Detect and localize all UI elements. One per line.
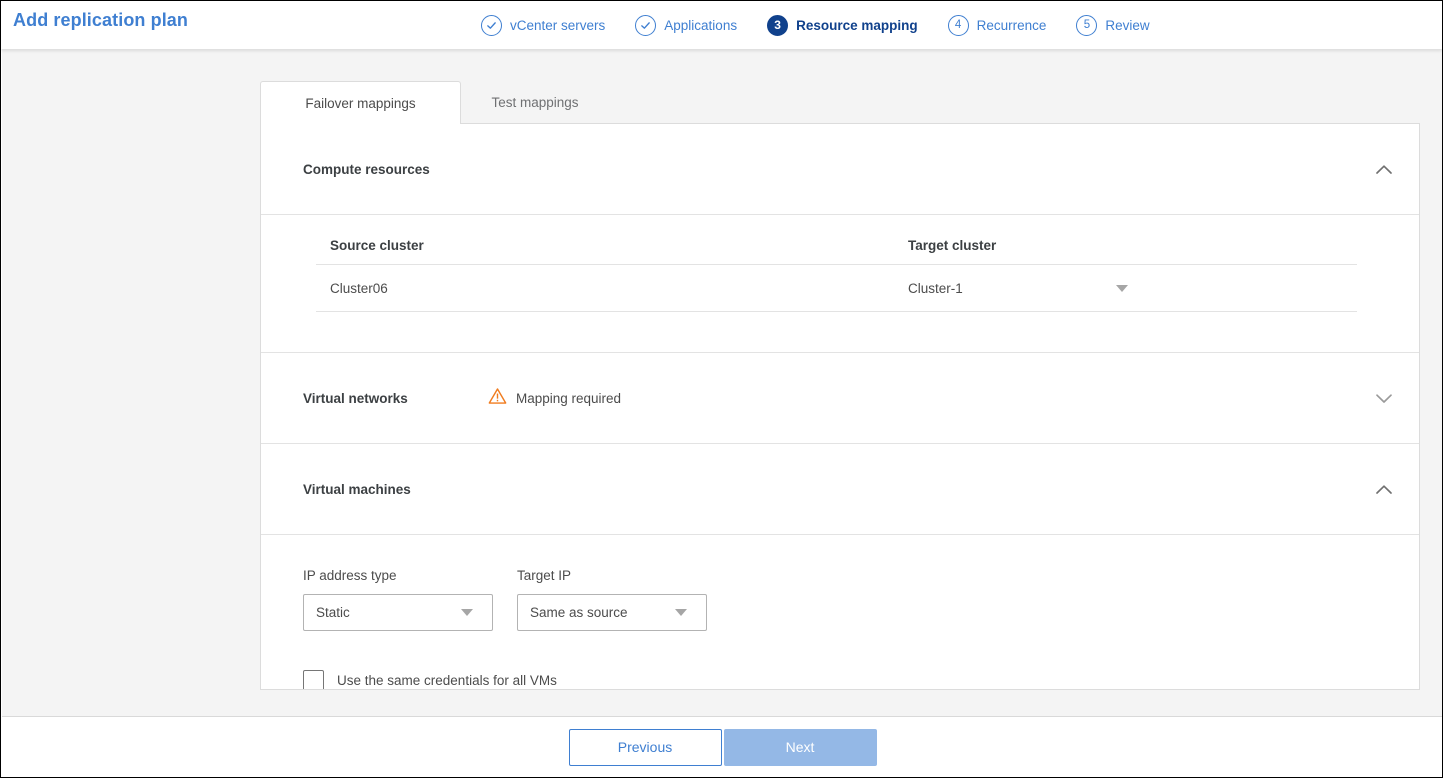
ip-address-type-select[interactable]: Static (303, 594, 493, 631)
mapping-tabs: Failover mappings Test mappings (260, 81, 1420, 124)
column-header-target-cluster: Target cluster (908, 238, 997, 253)
chevron-up-icon[interactable] (1371, 156, 1397, 182)
section-header-compute-resources[interactable]: Compute resources (261, 124, 1419, 214)
previous-button[interactable]: Previous (568, 728, 722, 766)
chevron-down-icon[interactable] (1371, 385, 1397, 411)
same-credentials-checkbox[interactable] (303, 669, 324, 689)
wizard-steps: vCenter servers Applications 3 Resource … (481, 1, 1180, 49)
wizard-step-vcenter-servers[interactable]: vCenter servers (481, 14, 606, 36)
step-number-badge: 5 (1076, 14, 1098, 36)
same-credentials-label: Use the same credentials for all VMs (337, 672, 557, 688)
page-body: Failover mappings Test mappings Compute … (2, 49, 1442, 716)
wizard-step-label: vCenter servers (510, 17, 606, 33)
wizard-step-resource-mapping[interactable]: 3 Resource mapping (767, 14, 918, 36)
wizard-step-applications[interactable]: Applications (635, 14, 738, 36)
target-cluster-value: Cluster-1 (908, 280, 963, 296)
cell-target-cluster: Cluster-1 (908, 281, 1357, 296)
next-button[interactable]: Next (723, 728, 877, 766)
step-number-badge: 4 (947, 14, 969, 36)
ip-address-type-field: IP address type Static (303, 568, 493, 631)
chevron-down-icon (1116, 284, 1128, 292)
target-ip-select[interactable]: Same as source (517, 594, 707, 631)
section-title: Compute resources (303, 161, 430, 177)
wizard-step-label: Applications (664, 17, 738, 33)
tab-failover-mappings[interactable]: Failover mappings (260, 81, 461, 124)
wizard-step-recurrence[interactable]: 4 Recurrence (947, 14, 1047, 36)
check-icon (481, 14, 502, 36)
chevron-down-icon (461, 609, 473, 616)
wizard-step-label: Recurrence (976, 17, 1047, 33)
wizard-step-label: Resource mapping (796, 17, 918, 33)
chevron-down-icon (675, 609, 687, 616)
page-title: Add replication plan (13, 10, 189, 30)
target-ip-field: Target IP Same as source (517, 568, 707, 631)
target-cluster-select[interactable]: Cluster-1 (908, 281, 1138, 296)
ip-address-type-value: Static (316, 605, 350, 620)
column-header-source-cluster: Source cluster (330, 238, 424, 253)
table-header-row: Source cluster Target cluster (316, 227, 1357, 265)
cell-source-cluster: Cluster06 (330, 280, 388, 296)
step-number-badge: 3 (767, 14, 789, 36)
chevron-up-icon[interactable] (1371, 476, 1397, 502)
ip-address-type-label: IP address type (303, 568, 397, 583)
compute-resources-table: Source cluster Target cluster Cluster06 … (316, 215, 1357, 312)
target-ip-label: Target IP (517, 568, 572, 583)
section-header-virtual-networks[interactable]: Virtual networks Mapping required (261, 353, 1419, 443)
tab-test-mappings[interactable]: Test mappings (461, 81, 609, 124)
checkbox-row-same-credentials[interactable]: Use the same credentials for all VMs (303, 669, 1419, 689)
mapping-card: Compute resources Source cluster Target … (260, 123, 1420, 690)
virtual-machines-form: IP address type Static Target IP Same as… (261, 535, 1419, 689)
wizard-step-review[interactable]: 5 Review (1076, 14, 1150, 36)
section-title: Virtual networks (303, 390, 408, 406)
wizard-step-label: Review (1105, 17, 1150, 33)
wizard-header: Add replication plan vCenter servers App… (1, 1, 1442, 49)
vm-checkbox-group: Use the same credentials for all VMs Use… (303, 669, 1419, 689)
replication-plan-wizard: Add replication plan vCenter servers App… (0, 0, 1443, 778)
section-title: Virtual machines (303, 481, 411, 497)
warning-text: Mapping required (516, 390, 622, 406)
check-icon (635, 14, 657, 36)
warning-triangle-icon (488, 387, 507, 410)
vm-field-row: IP address type Static Target IP Same as… (303, 568, 1419, 631)
mapping-required-warning: Mapping required (488, 387, 621, 410)
table-row: Cluster06 Cluster-1 (316, 265, 1357, 312)
section-header-virtual-machines[interactable]: Virtual machines (261, 444, 1419, 534)
target-ip-value: Same as source (530, 605, 628, 620)
wizard-footer: Previous Next (2, 716, 1442, 777)
